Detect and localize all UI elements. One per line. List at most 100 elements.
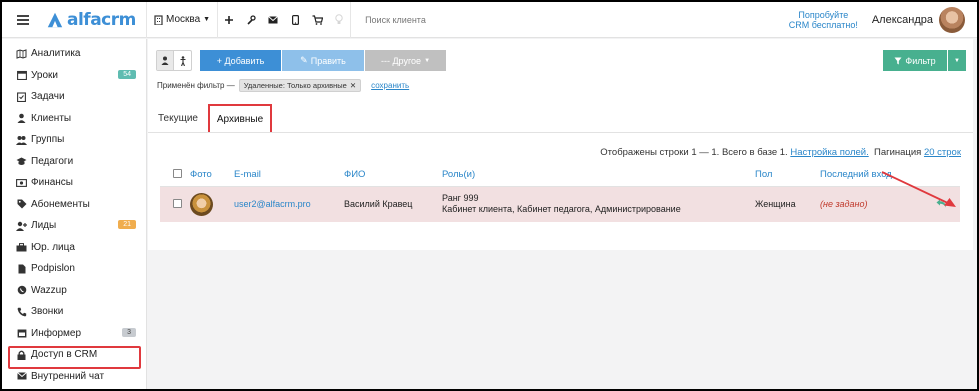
sidebar-item-subscriptions[interactable]: Абонементы	[2, 194, 146, 216]
filter-button-label: Фильтр	[905, 55, 936, 66]
other-button-label: --- Другое	[380, 55, 422, 66]
pagination-label: Пагинация	[874, 147, 922, 158]
sidebar-item-lessons[interactable]: Уроки 54	[2, 65, 146, 87]
tasks-icon	[16, 91, 27, 102]
col-fio[interactable]: ФИО	[344, 164, 442, 187]
analytics-icon	[16, 48, 27, 59]
main-panel: + Добавить ✎ Править --- Другое ▼ Фильтр…	[148, 39, 973, 250]
search-bar	[351, 2, 789, 38]
envelope-icon[interactable]	[262, 2, 284, 38]
standing-user-view-icon[interactable]	[174, 51, 191, 70]
sidebar-item-groups[interactable]: Группы	[2, 129, 146, 151]
menu-icon[interactable]	[8, 14, 38, 25]
other-dropdown-button[interactable]: --- Другое ▼	[365, 50, 446, 71]
tab-current[interactable]: Текущие	[158, 113, 198, 124]
gender-cell: Женщина	[755, 186, 820, 222]
table-header-row: Фото E-mail ФИО Роль(и) Пол Последний вх…	[160, 164, 960, 187]
sidebar-item-label: Группы	[31, 134, 65, 146]
user-name[interactable]: Александра	[872, 14, 933, 26]
pagination-select[interactable]: 20 строк	[924, 147, 961, 158]
field-settings-link[interactable]: Настройка полей.	[790, 147, 868, 158]
plus-icon[interactable]	[218, 2, 240, 38]
pencil-icon: ✎	[300, 55, 308, 65]
filter-caret-button[interactable]: ▼	[948, 50, 966, 71]
col-email[interactable]: E-mail	[234, 164, 344, 187]
mobile-icon[interactable]	[284, 2, 306, 38]
email-cell[interactable]: user2@alfacrm.pro	[234, 186, 344, 222]
sidebar-item-label: Внутренний чат	[31, 370, 105, 382]
roles-text: Кабинет клиента, Кабинет педагога, Админ…	[442, 204, 681, 215]
col-roles[interactable]: Роль(и)	[442, 164, 755, 187]
single-user-view-icon[interactable]	[157, 51, 174, 70]
sidebar-item-label: Аналитика	[31, 48, 81, 60]
sidebar-item-finance[interactable]: Финансы	[2, 172, 146, 194]
filter-chip: Удаленные: Только архивные ✕	[238, 79, 362, 92]
sidebar-item-legal-entities[interactable]: Юр. лица	[2, 237, 146, 259]
bulb-icon[interactable]	[328, 2, 350, 38]
money-icon	[16, 177, 27, 188]
col-gender[interactable]: Пол	[755, 164, 820, 187]
sidebar-item-wazzup[interactable]: Wazzup	[2, 280, 146, 302]
edit-button-label: Править	[310, 55, 346, 66]
document-icon	[16, 263, 27, 274]
col-photo[interactable]: Фото	[190, 164, 234, 187]
search-input[interactable]	[365, 14, 566, 25]
table-info: Отображены строки 1 — 1. Всего в базе 1.…	[600, 147, 961, 158]
add-user-icon	[16, 220, 27, 231]
filter-chip-text: Удаленные: Только архивные	[243, 81, 347, 90]
sidebar-item-teachers[interactable]: Педагоги	[2, 151, 146, 173]
calendar-icon	[16, 70, 27, 81]
close-icon[interactable]: ✕	[350, 81, 356, 90]
sidebar-item-calls[interactable]: Звонки	[2, 301, 146, 323]
avatar[interactable]	[939, 6, 965, 33]
filter-icon	[894, 57, 902, 64]
lock-icon	[16, 349, 27, 360]
add-button[interactable]: + Добавить	[200, 50, 281, 71]
whatsapp-icon	[16, 285, 27, 296]
photo-cell	[190, 186, 234, 222]
toolbar: + Добавить ✎ Править --- Другое ▼	[156, 50, 446, 71]
logo-text: alfacrm	[67, 9, 136, 30]
sidebar-item-leads[interactable]: Лиды 21	[2, 215, 146, 237]
branch-selector[interactable]: Москва ▼	[147, 2, 217, 38]
sidebar-item-clients[interactable]: Клиенты	[2, 108, 146, 130]
sidebar-item-internal-chat[interactable]: Внутренний чат	[2, 366, 146, 388]
user-photo[interactable]	[190, 192, 213, 216]
edit-button[interactable]: ✎ Править	[282, 50, 364, 71]
filter-group: Фильтр ▼	[883, 50, 966, 71]
user-icon	[16, 113, 27, 124]
try-free-line1: Попробуйте	[798, 9, 849, 20]
sidebar-item-informer[interactable]: Информер 3	[2, 323, 146, 345]
count-badge: 54	[118, 69, 136, 79]
envelope-icon	[16, 371, 27, 382]
branch-name: Москва	[166, 14, 201, 25]
group-icon	[16, 134, 27, 145]
sidebar-item-label: Педагоги	[31, 155, 74, 167]
sidebar-item-podpislon[interactable]: Podpislon	[2, 258, 146, 280]
row-checkbox[interactable]	[173, 198, 182, 208]
sidebar-item-label: Доступ в CRM	[31, 349, 98, 361]
tab-archived[interactable]: Архивные	[208, 104, 272, 132]
logo[interactable]: alfacrm	[46, 10, 146, 30]
cart-icon[interactable]	[306, 2, 328, 38]
top-bar: alfacrm Москва ▼ Попробуйте CRM бесплатн…	[2, 2, 977, 38]
select-all-checkbox[interactable]	[173, 168, 182, 178]
view-toggle	[156, 50, 192, 71]
save-filter-link[interactable]: сохранить	[371, 81, 409, 90]
count-badge: 21	[118, 220, 136, 229]
app-window: alfacrm Москва ▼ Попробуйте CRM бесплатн…	[0, 0, 979, 391]
filter-button[interactable]: Фильтр	[883, 50, 947, 71]
sidebar-item-label: Задачи	[31, 91, 65, 103]
sidebar: Аналитика Уроки 54 Задачи Клиенты Группы…	[2, 39, 147, 389]
count-badge: 3	[122, 327, 136, 337]
try-free-link[interactable]: Попробуйте CRM бесплатно!	[789, 10, 858, 30]
sidebar-item-tasks[interactable]: Задачи	[2, 86, 146, 108]
select-all-cell	[160, 164, 190, 187]
rows-shown-text: Отображены строки 1 — 1. Всего в базе 1.	[600, 147, 788, 158]
roles-cell: Ранг 999 Кабинет клиента, Кабинет педаго…	[442, 186, 755, 222]
sidebar-item-crm-access[interactable]: Доступ в CRM	[2, 344, 146, 366]
wrench-icon[interactable]	[240, 2, 262, 38]
sidebar-item-analytics[interactable]: Аналитика	[2, 43, 146, 65]
table-row[interactable]: user2@alfacrm.pro Василий Кравец Ранг 99…	[160, 186, 960, 222]
caret-down-icon: ▼	[954, 57, 960, 64]
